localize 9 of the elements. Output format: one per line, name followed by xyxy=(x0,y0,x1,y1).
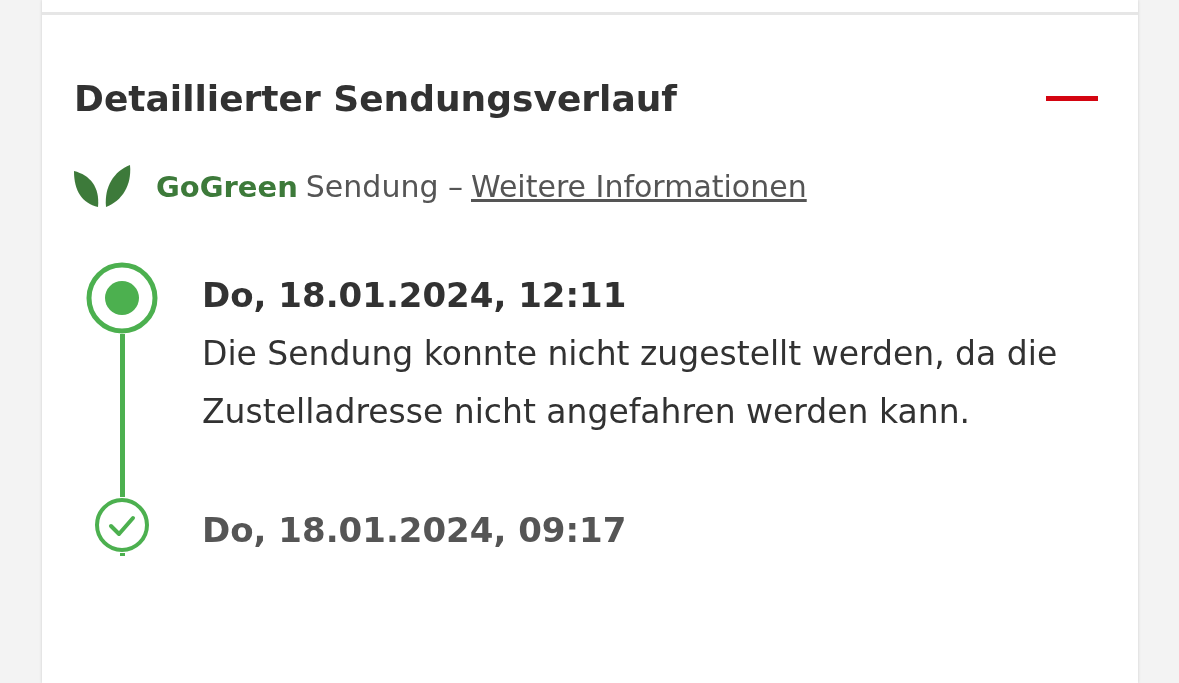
brand-label: GoGreen xyxy=(156,169,298,207)
event-date: Do, 18.01.2024, 09:17 xyxy=(202,508,627,552)
event-description: Die Sendung konnte nicht zugestellt werden, da die Zustelladresse nicht angefahren werden kann. xyxy=(202,332,1059,433)
shipment-label: Sendung – xyxy=(305,168,463,207)
info-link[interactable]: Weitere Informationen xyxy=(471,164,807,210)
event-date: Do, 18.01.2024, 12:11 xyxy=(202,273,628,317)
section-title: Detaillierter Sendungsverlauf xyxy=(74,77,677,121)
leaf-icon xyxy=(72,164,132,209)
collapse-button[interactable] xyxy=(1046,96,1098,102)
